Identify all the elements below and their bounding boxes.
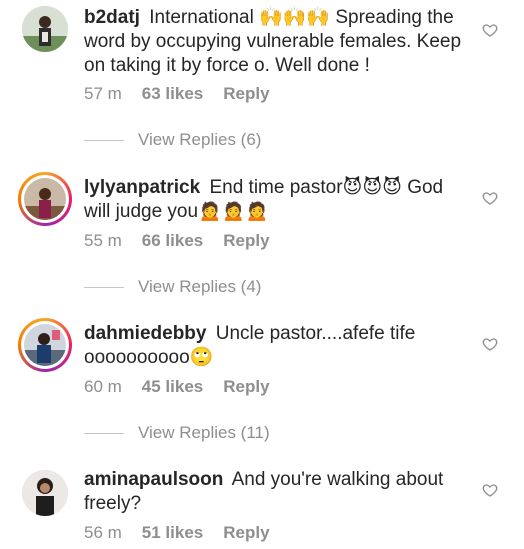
view-replies-button[interactable]: View Replies (11) — [84, 423, 270, 443]
avatar[interactable] — [18, 318, 72, 372]
comment-meta: 55 m 66 likes Reply — [84, 231, 270, 251]
comment-text: aminapaulsoon And you're walking about f… — [84, 468, 464, 516]
comment-text: b2datj International 🙌🙌🙌 Spreading the w… — [84, 6, 464, 78]
view-replies-label[interactable]: View Replies (11) — [138, 423, 270, 443]
avatar-photo — [24, 178, 66, 220]
comment-meta: 60 m 45 likes Reply — [84, 377, 270, 397]
avatar[interactable] — [22, 470, 68, 516]
comment-likes[interactable]: 51 likes — [142, 523, 203, 543]
comment-time: 57 m — [84, 84, 122, 103]
view-replies-button[interactable]: View Replies (4) — [84, 277, 261, 297]
heart-outline-icon[interactable] — [482, 22, 498, 38]
view-replies-button[interactable]: View Replies (6) — [84, 130, 261, 150]
reply-button[interactable]: Reply — [223, 84, 269, 104]
divider-line — [84, 139, 124, 141]
comment-meta: 57 m 63 likes Reply — [84, 84, 270, 104]
comment-text: dahmiedebby Uncle pastor....afefe tife o… — [84, 322, 464, 370]
comment-meta: 56 m 51 likes Reply — [84, 523, 270, 543]
avatar-photo — [24, 324, 66, 366]
comment-time: 55 m — [84, 231, 122, 250]
comment-likes[interactable]: 66 likes — [142, 231, 203, 251]
comment-username[interactable]: b2datj — [84, 7, 140, 28]
avatar[interactable] — [22, 6, 68, 52]
comment-likes[interactable]: 63 likes — [142, 84, 203, 104]
comment-username[interactable]: dahmiedebby — [84, 323, 206, 344]
divider-line — [84, 432, 124, 434]
avatar-photo — [22, 470, 68, 516]
view-replies-label[interactable]: View Replies (4) — [138, 277, 261, 297]
comment-username[interactable]: lylyanpatrick — [84, 177, 200, 198]
heart-outline-icon[interactable] — [482, 482, 498, 498]
comment-username[interactable]: aminapaulsoon — [84, 469, 223, 490]
comment-time: 60 m — [84, 377, 122, 396]
reply-button[interactable]: Reply — [223, 377, 269, 397]
comment-likes[interactable]: 45 likes — [142, 377, 203, 397]
avatar-photo — [22, 6, 68, 52]
comment-body: International 🙌🙌🙌 Spreading the word by … — [84, 7, 462, 76]
view-replies-label[interactable]: View Replies (6) — [138, 130, 261, 150]
divider-line — [84, 286, 124, 288]
heart-outline-icon[interactable] — [482, 190, 498, 206]
reply-button[interactable]: Reply — [223, 231, 269, 251]
avatar[interactable] — [18, 172, 72, 226]
comment-time: 56 m — [84, 523, 122, 542]
heart-outline-icon[interactable] — [482, 336, 498, 352]
reply-button[interactable]: Reply — [223, 523, 269, 543]
comment-text: lylyanpatrick End time pastor😈😈😈 God wil… — [84, 176, 464, 224]
